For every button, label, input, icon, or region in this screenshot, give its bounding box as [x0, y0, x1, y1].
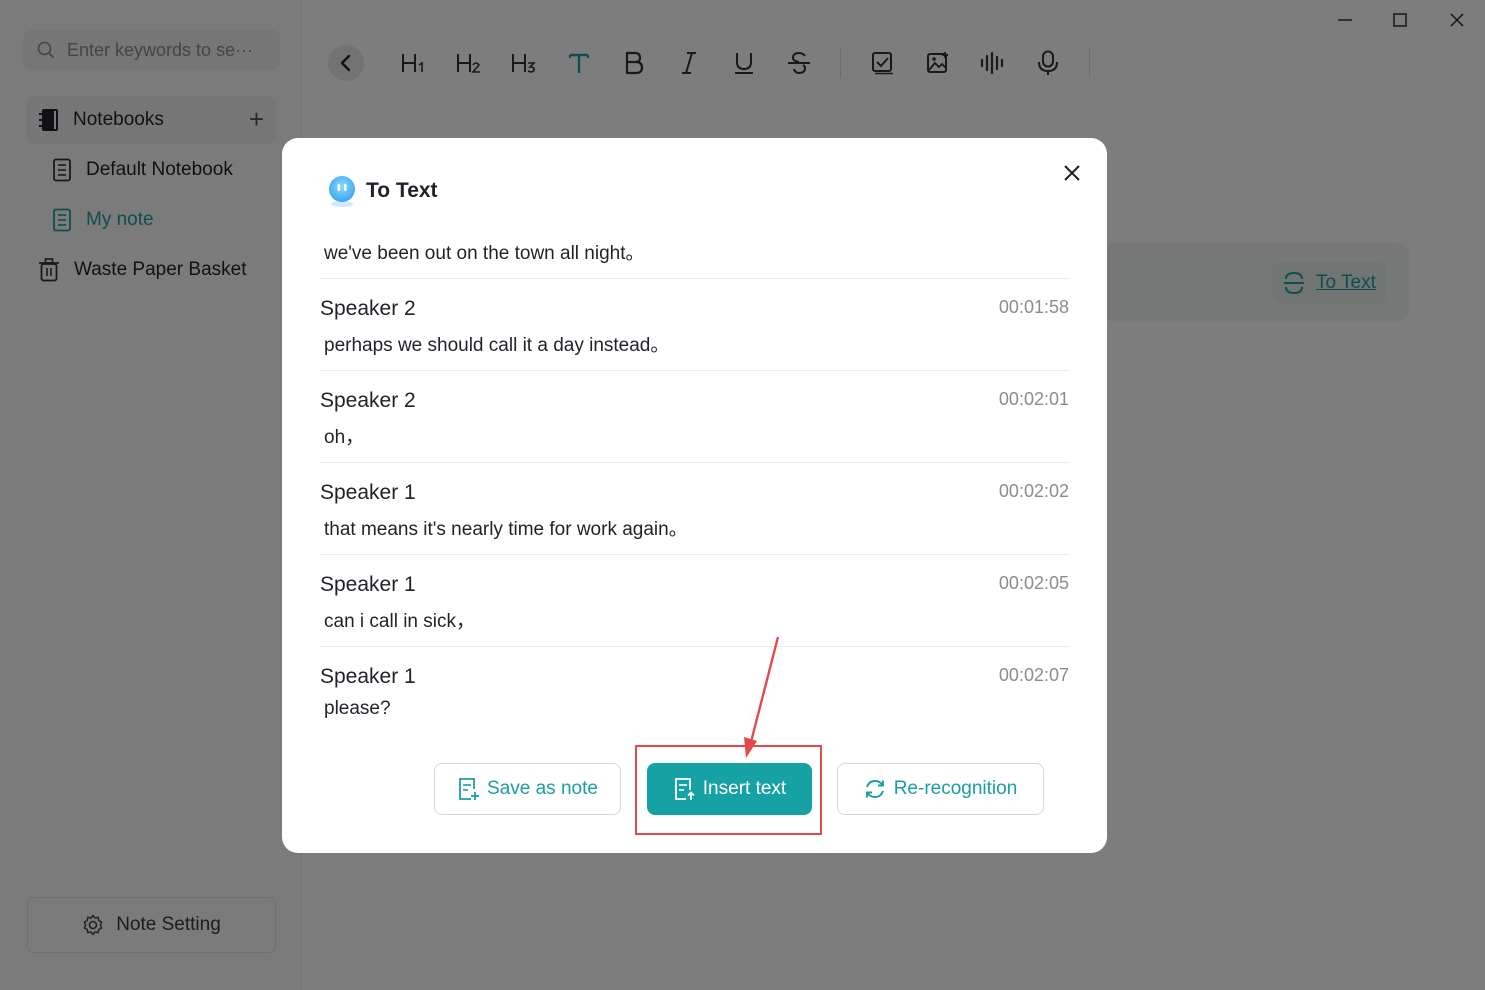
- transcript-text: we've been out on the town all night。: [324, 243, 645, 264]
- transcript-text: please?: [324, 698, 391, 719]
- timestamp: 00:02:07: [998, 665, 1069, 685]
- speaker-label: Speaker 2: [320, 389, 416, 412]
- dialog-title: To Text: [366, 179, 438, 202]
- re-recognition-button[interactable]: Re-recognition: [837, 763, 1044, 815]
- transcript-entry: Speaker 2 00:01:58 perhaps we should cal…: [320, 279, 1069, 371]
- save-as-note-label: Save as note: [487, 778, 598, 799]
- refresh-icon: [865, 780, 884, 798]
- re-recognition-label: Re-recognition: [893, 778, 1018, 799]
- save-as-note-button[interactable]: Save as note: [434, 763, 621, 815]
- transcript-entry: Speaker 2 00:02:01 oh，: [320, 371, 1069, 463]
- timestamp: 00:01:58: [998, 297, 1069, 317]
- transcript-text: that means it's nearly time for work aga…: [324, 519, 688, 540]
- transcript-entry: Speaker 1 00:02:02 that means it's nearl…: [320, 463, 1069, 555]
- transcript-entry: Speaker 1 00:02:07 please?: [320, 647, 1069, 739]
- assistant-bot-icon: [329, 176, 355, 207]
- speaker-label: Speaker 1: [320, 481, 416, 504]
- transcript-text: can i call in sick，: [324, 611, 475, 632]
- transcript-list: Speaker 2 00:01:58 perhaps we should cal…: [320, 279, 1069, 739]
- timestamp: 00:02:01: [998, 389, 1069, 409]
- speaker-label: Speaker 1: [320, 665, 416, 688]
- speaker-label: Speaker 2: [320, 297, 416, 320]
- speaker-label: Speaker 1: [320, 573, 416, 596]
- annotation-highlight-box: [635, 745, 822, 835]
- close-icon: [1064, 165, 1080, 181]
- timestamp: 00:02:02: [998, 481, 1069, 501]
- save-note-icon: [459, 778, 480, 800]
- dialog-header: To Text: [326, 174, 438, 208]
- transcript-text: perhaps we should call it a day instead。: [324, 335, 670, 356]
- transcript-text: oh，: [324, 427, 365, 448]
- close-dialog-button[interactable]: [1059, 160, 1085, 186]
- timestamp: 00:02:05: [998, 573, 1069, 593]
- transcript-entry: Speaker 1 00:02:05 can i call in sick，: [320, 555, 1069, 647]
